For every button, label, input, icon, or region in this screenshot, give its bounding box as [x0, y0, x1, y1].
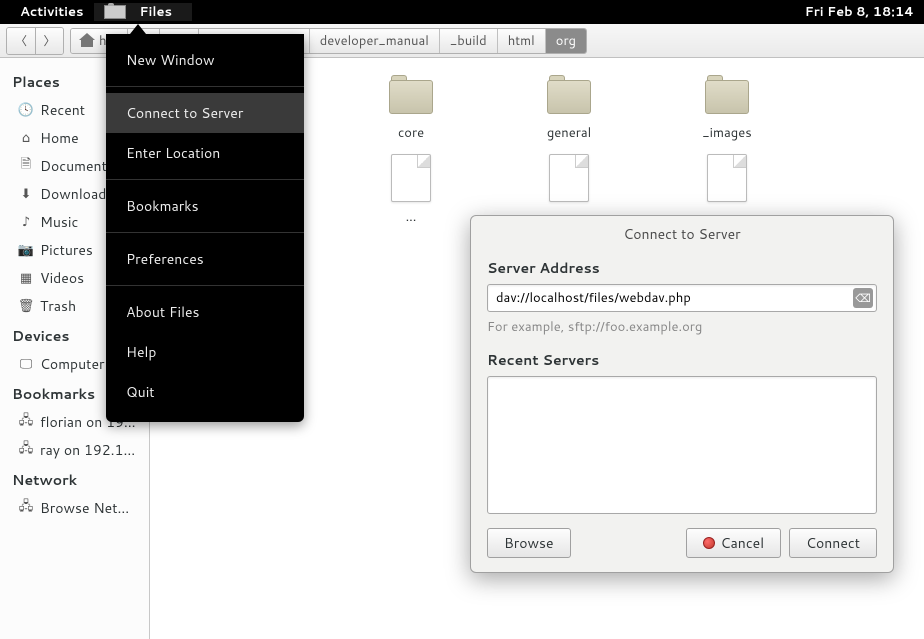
dialog-title: Connect to Server: [471, 216, 893, 250]
network-icon: 🖧: [18, 442, 34, 458]
app-menu-dropdown: New Window Connect to Server Enter Locat…: [106, 34, 304, 422]
network-icon: 🖧: [18, 500, 34, 516]
sidebar-item-browse-network[interactable]: 🖧Browse Net...: [0, 494, 149, 522]
documents-icon: 🗎: [18, 158, 34, 174]
recent-servers-label: Recent Servers: [487, 350, 877, 370]
menu-quit[interactable]: Quit: [106, 372, 304, 412]
menu-preferences[interactable]: Preferences: [106, 239, 304, 279]
breadcrumb-seg-current[interactable]: org: [546, 29, 586, 53]
videos-icon: ▦: [18, 270, 34, 286]
top-bar: Activities Files Fri Feb 8, 18:14: [0, 0, 924, 24]
connect-button[interactable]: Connect: [789, 528, 877, 558]
address-hint: For example, sftp://foo.example.org: [487, 318, 877, 336]
computer-icon: 🖵: [18, 356, 34, 372]
home-icon: [81, 35, 95, 47]
menu-help[interactable]: Help: [106, 332, 304, 372]
folder-icon: [545, 78, 593, 118]
menu-arrow-icon: [130, 24, 146, 34]
files-app-icon: [104, 5, 126, 19]
breadcrumb-seg[interactable]: _build: [440, 29, 498, 53]
home-icon: ⌂: [18, 130, 34, 146]
file-item[interactable]: ...: [336, 154, 486, 226]
nav-buttons: 〈 〉: [6, 27, 64, 55]
menu-separator: [106, 285, 304, 286]
folder-icon: [387, 78, 435, 118]
recent-servers-list[interactable]: [487, 376, 877, 514]
menu-separator: [106, 179, 304, 180]
menu-about[interactable]: About Files: [106, 292, 304, 332]
recent-icon: 🕓: [18, 102, 34, 118]
trash-icon: 🗑: [18, 298, 34, 314]
file-icon: [707, 154, 747, 202]
folder-item[interactable]: _images: [652, 78, 802, 142]
back-button[interactable]: 〈: [7, 28, 35, 54]
menu-new-window[interactable]: New Window: [106, 40, 304, 80]
sidebar-item-bookmark[interactable]: 🖧ray on 192.1...: [0, 436, 149, 464]
clear-input-icon[interactable]: ⌫: [853, 288, 873, 308]
server-address-input[interactable]: [487, 284, 877, 312]
folder-icon: [703, 78, 751, 118]
cancel-icon: [703, 537, 715, 549]
activities-button[interactable]: Activities: [10, 3, 94, 21]
music-icon: ♪: [18, 214, 34, 230]
connect-to-server-dialog: Connect to Server Server Address ⌫ For e…: [470, 215, 894, 573]
folder-item[interactable]: core: [336, 78, 486, 142]
menu-separator: [106, 232, 304, 233]
folder-item[interactable]: general: [494, 78, 644, 142]
downloads-icon: ⬇: [18, 186, 34, 202]
app-menu-button[interactable]: Files: [94, 3, 192, 21]
file-icon: [391, 154, 431, 202]
menu-bookmarks[interactable]: Bookmarks: [106, 186, 304, 226]
pictures-icon: 📷: [18, 242, 34, 258]
menu-separator: [106, 86, 304, 87]
breadcrumb-seg[interactable]: developer_manual: [310, 29, 440, 53]
menu-enter-location[interactable]: Enter Location: [106, 133, 304, 173]
clock[interactable]: Fri Feb 8, 18:14: [805, 3, 914, 21]
app-menu-label: Files: [130, 3, 182, 21]
breadcrumb-seg[interactable]: html: [498, 29, 546, 53]
menu-connect-to-server[interactable]: Connect to Server: [106, 93, 304, 133]
cancel-button[interactable]: Cancel: [686, 528, 782, 558]
forward-button[interactable]: 〉: [35, 28, 63, 54]
browse-button[interactable]: Browse: [487, 528, 571, 558]
server-address-label: Server Address: [487, 258, 877, 278]
network-icon: 🖧: [18, 414, 34, 430]
network-header: Network: [0, 464, 149, 494]
file-icon: [549, 154, 589, 202]
